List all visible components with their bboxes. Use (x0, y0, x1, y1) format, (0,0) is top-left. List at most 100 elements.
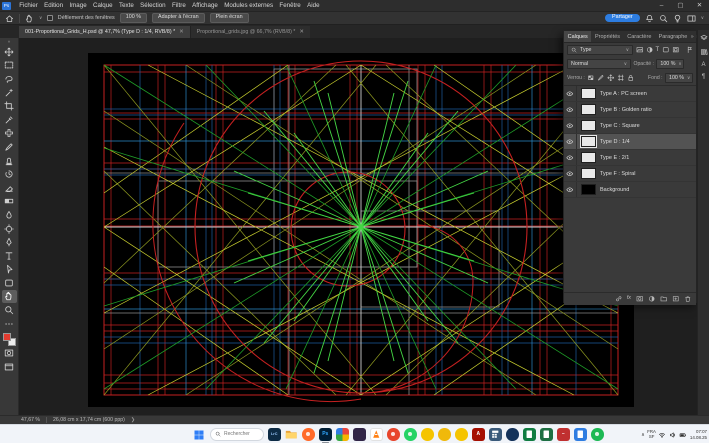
taskbar-app-firefox[interactable] (302, 428, 315, 441)
tab-close-icon[interactable]: ✕ (179, 29, 184, 35)
adjustment-layer-icon[interactable] (648, 295, 656, 303)
layer-row-type-f-spiral[interactable]: Type F : Spiral (564, 166, 696, 182)
add-mask-icon[interactable] (636, 295, 644, 303)
taskbar-app-photos[interactable] (336, 428, 349, 441)
character-panel-icon[interactable]: A (701, 62, 705, 68)
menu-item-filtre[interactable]: Filtre (169, 2, 189, 9)
taskbar-app-whatsapp[interactable] (404, 428, 417, 441)
link-layers-icon[interactable] (615, 295, 623, 303)
path-selection-tool[interactable] (2, 263, 17, 277)
clock[interactable]: 07:07 14.08.25 (690, 429, 707, 440)
pen-tool[interactable] (2, 235, 17, 249)
layer-thumbnail[interactable] (581, 184, 596, 195)
healing-brush-tool[interactable] (2, 127, 17, 141)
blend-mode-select[interactable]: Normal ∨ (567, 59, 631, 69)
menu-item-image[interactable]: Image (66, 2, 90, 9)
zoom-level-field[interactable]: 47,67 % (21, 417, 40, 423)
taskbar-app-app-flame[interactable] (387, 428, 400, 441)
lock-transparency-icon[interactable] (587, 74, 595, 82)
lasso-tool[interactable] (2, 72, 17, 86)
zoom-tool[interactable] (2, 303, 17, 317)
blur-tool[interactable] (2, 208, 17, 222)
layer-style-icon[interactable]: fx (627, 296, 631, 302)
move-tool[interactable] (2, 45, 17, 59)
layer-thumbnail[interactable] (581, 152, 596, 163)
panel-double-chevron-icon[interactable]: » (691, 34, 694, 40)
taskbar-app-app-green-circle[interactable] (591, 428, 604, 441)
delete-layer-icon[interactable] (684, 295, 692, 303)
taskbar-app-lightroom-classic[interactable]: LrC (268, 428, 281, 441)
taskbar-app-app-red[interactable]: – (557, 428, 570, 441)
taskbar-app-app-yellow-2[interactable] (438, 428, 451, 441)
bell-icon[interactable] (645, 14, 654, 23)
filter-type-layers-icon[interactable]: T (656, 47, 660, 53)
shape-tool[interactable] (2, 276, 17, 290)
document-canvas[interactable] (88, 53, 634, 407)
taskbar-app-app-blue[interactable] (574, 428, 587, 441)
panel-tab-propri-t-s[interactable]: Propriétés (591, 31, 623, 42)
panel-tab-calques[interactable]: Calques (564, 31, 591, 42)
lock-all-icon[interactable] (627, 74, 635, 82)
document-tab-1[interactable]: 001-Proportional_Grids_H.psd @ 47,7% (Ty… (19, 26, 190, 38)
quick-selection-tool[interactable] (2, 86, 17, 100)
full-screen-button[interactable]: Plein écran (210, 13, 249, 23)
layer-row-type-c-square[interactable]: Type C : Square (564, 118, 696, 134)
panel-tab-paragraphe[interactable]: Paragraphe (655, 31, 691, 42)
crop-tool[interactable] (2, 99, 17, 113)
filter-adjustment-layers-icon[interactable] (646, 46, 654, 54)
filter-toggle-icon[interactable] (686, 46, 694, 54)
taskbar-app-excel-window[interactable] (540, 428, 553, 441)
layer-visibility-toggle[interactable] (564, 102, 577, 117)
menu-item-texte[interactable]: Texte (116, 2, 137, 9)
color-swatches[interactable] (3, 333, 16, 346)
menu-item-calque[interactable]: Calque (90, 2, 116, 9)
clone-stamp-tool[interactable] (2, 154, 17, 168)
layer-row-type-e-2-1[interactable]: Type E : 2/1 (564, 150, 696, 166)
search-icon[interactable] (659, 14, 668, 23)
layer-row-type-d-1-4[interactable]: Type D : 1/4 (564, 134, 696, 150)
layer-thumbnail[interactable] (581, 136, 596, 147)
maximize-button[interactable]: ▢ (671, 0, 690, 11)
dodge-tool[interactable] (2, 222, 17, 236)
taskbar-app-app-dark-purple[interactable] (353, 428, 366, 441)
share-button[interactable]: Partager (605, 14, 640, 22)
layers-panel-icon[interactable] (700, 34, 708, 42)
taskbar-app-photoshop[interactable]: Ps (319, 428, 332, 441)
menu-item-modules-externes[interactable]: Modules externes (221, 2, 276, 9)
layer-visibility-toggle[interactable] (564, 166, 577, 181)
layer-thumbnail[interactable] (581, 168, 596, 179)
libraries-panel-icon[interactable] (700, 48, 708, 56)
lock-artboard-icon[interactable] (617, 74, 625, 82)
lock-position-icon[interactable] (607, 74, 615, 82)
chevron-down-icon[interactable]: ∨ (701, 15, 704, 21)
scroll-all-windows-checkbox[interactable] (47, 15, 53, 21)
layer-thumbnail[interactable] (581, 120, 596, 131)
taskbar-app-app-yellow-1[interactable] (421, 428, 434, 441)
panel-tab-caract-re[interactable]: Caractère (624, 31, 655, 42)
menu-item-edition[interactable]: Edition (41, 2, 66, 9)
start-button[interactable] (193, 429, 205, 441)
opacity-select[interactable]: 100 % ∨ (656, 59, 684, 69)
volume-icon[interactable] (669, 431, 677, 439)
menu-item-affichage[interactable]: Affichage (189, 2, 221, 9)
hand-tool-icon[interactable] (25, 14, 34, 23)
layer-thumbnail[interactable] (581, 104, 596, 115)
filter-smart-objects-icon[interactable] (672, 46, 680, 54)
history-brush-tool[interactable] (2, 167, 17, 181)
taskbar-app-app-yellow-3[interactable] (455, 428, 468, 441)
screen-mode[interactable] (2, 360, 17, 374)
battery-icon[interactable] (679, 431, 687, 439)
layer-row-type-a-pc-screen[interactable]: Type A : PC screen (564, 86, 696, 102)
eyedropper-tool[interactable] (2, 113, 17, 127)
wifi-icon[interactable] (658, 431, 666, 439)
filter-shape-layers-icon[interactable] (662, 46, 670, 54)
edit-toolbar[interactable] (2, 317, 17, 331)
filter-pixel-layers-icon[interactable] (636, 46, 644, 54)
taskbar-app-app-navy[interactable] (506, 428, 519, 441)
taskbar-app-vlc[interactable] (370, 428, 383, 441)
taskbar-app-acrobat[interactable]: A (472, 428, 485, 441)
filter-type-select[interactable]: Type ∨ (567, 45, 633, 55)
layer-row-background[interactable]: Background (564, 182, 696, 198)
taskbar-app-calculator[interactable] (489, 428, 502, 441)
tray-overflow-icon[interactable]: ∧ (641, 432, 645, 438)
